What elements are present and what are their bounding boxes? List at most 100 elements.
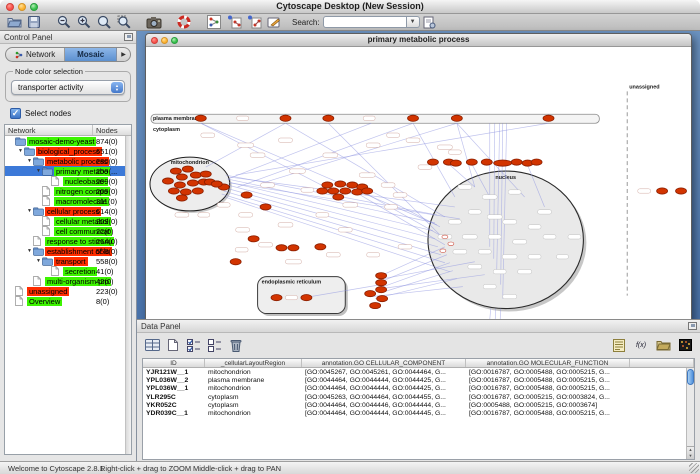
zoom-out-icon[interactable] <box>54 15 74 30</box>
graph-node[interactable] <box>481 159 492 165</box>
tree-expander-icon[interactable]: ▼ <box>35 258 42 264</box>
graph-node[interactable] <box>176 174 187 180</box>
tree-row-nucleobase[interactable]: nucleobase-209(0) <box>5 176 131 186</box>
tree-row-overview[interactable]: Overview8(0) <box>5 296 131 306</box>
tab-overflow-arrow[interactable]: ▶ <box>117 48 130 61</box>
graph-node[interactable] <box>322 182 333 188</box>
app-titlebar[interactable]: Cytoscape Desktop (New Session) <box>0 0 700 14</box>
graph-node[interactable] <box>376 273 387 279</box>
graph-node[interactable] <box>192 188 203 194</box>
float-panel-icon[interactable] <box>124 33 133 41</box>
search-settings-icon[interactable] <box>420 15 440 30</box>
graph-node[interactable] <box>317 188 328 194</box>
tab-mosaic[interactable]: Mosaic <box>65 48 117 61</box>
graph-node[interactable] <box>182 166 193 172</box>
graph-node[interactable] <box>170 168 181 174</box>
graph-node[interactable] <box>365 291 376 297</box>
graph-node[interactable] <box>340 188 351 194</box>
graph-node[interactable] <box>211 181 222 187</box>
search-dropdown-button[interactable]: ▼ <box>407 16 420 28</box>
table-row-ydr039c-1[interactable]: YDR039C__1mitochondrion[GO:0044464, GO:0… <box>143 409 694 417</box>
graph-node[interactable] <box>676 188 687 194</box>
graph-node[interactable] <box>494 160 512 166</box>
table-row-ypl036w-1[interactable]: YPL036W__1mitochondrion[GO:0044464, GO:0… <box>143 385 694 393</box>
graph-node[interactable] <box>377 296 388 302</box>
app-resize-grip[interactable] <box>689 463 699 473</box>
network-canvas[interactable]: plasma membranecytoplasmmitochondrionnuc… <box>146 47 691 332</box>
layout-a-icon[interactable] <box>224 15 244 30</box>
tree-expander-icon[interactable]: ▼ <box>35 168 42 174</box>
function-builder-icon[interactable]: f(x) <box>632 337 650 353</box>
network-overview-icon[interactable] <box>204 15 224 30</box>
graph-node[interactable] <box>276 245 287 251</box>
graph-node[interactable] <box>200 171 211 177</box>
edit-box-icon[interactable] <box>264 15 284 30</box>
tree-row-macromolecule[interactable]: macromolecule311(0) <box>5 196 131 206</box>
tree-row-establishment-of-lo[interactable]: ▼establishment of lo558(0) <box>5 246 131 256</box>
graph-node[interactable] <box>315 244 326 250</box>
network-view-window[interactable]: primary metabolic process plasma membran… <box>145 33 692 333</box>
graph-node[interactable] <box>190 172 201 178</box>
zoom-fit-icon[interactable] <box>94 15 114 30</box>
unselect-attributes-icon[interactable] <box>206 337 224 353</box>
graph-node[interactable] <box>176 195 187 201</box>
tree-row-cellular-process[interactable]: ▼cellular process614(0) <box>5 206 131 216</box>
graph-node[interactable] <box>657 188 668 194</box>
search-input[interactable] <box>323 16 407 28</box>
tree-row-response-to-stimulu[interactable]: response to stimulu264(0) <box>5 236 131 246</box>
graph-node[interactable] <box>230 259 241 265</box>
delete-attribute-icon[interactable] <box>227 337 245 353</box>
tree-row-primary-metabo[interactable]: ▼primary metabo209(... <box>5 166 131 176</box>
snapshot-icon[interactable] <box>144 15 164 30</box>
graph-node[interactable] <box>352 189 363 195</box>
graph-node[interactable] <box>328 188 339 194</box>
tree-row-biological-process[interactable]: ▼biological_process651(0) <box>5 146 131 156</box>
table-row-ypl036w-2[interactable]: YPL036W__2plasma membrane[GO:0044464, GO… <box>143 376 694 384</box>
graph-node[interactable] <box>451 115 462 121</box>
zoom-in-icon[interactable] <box>74 15 94 30</box>
tree-row-transport[interactable]: ▼transport558(0) <box>5 256 131 266</box>
open-file-icon[interactable] <box>4 15 24 30</box>
network-window-titlebar[interactable]: primary metabolic process <box>146 34 691 47</box>
graph-node[interactable] <box>288 245 299 251</box>
tree-expander-icon[interactable]: ▼ <box>26 158 33 164</box>
network-canvas-container[interactable]: plasma membranecytoplasmmitochondrionnuc… <box>146 47 691 332</box>
graph-node[interactable] <box>162 178 173 184</box>
graph-node-small[interactable] <box>442 235 448 239</box>
graph-node[interactable] <box>370 302 381 308</box>
column-header-cellularlayoutregion[interactable]: _cellularLayoutRegion <box>205 359 302 367</box>
graph-node-small[interactable] <box>440 249 446 253</box>
tree-row-metabolic-process[interactable]: ▼metabolic process280(0) <box>5 156 131 166</box>
tree-row-mosaic-demo-yeast[interactable]: mosaic-demo-yeast874(0) <box>5 136 131 146</box>
tree-row-nitrogen-compo[interactable]: nitrogen compo209(0) <box>5 186 131 196</box>
graph-node[interactable] <box>376 280 387 286</box>
column-header-id[interactable]: ID <box>143 359 205 367</box>
graph-node[interactable] <box>362 188 373 194</box>
graph-node[interactable] <box>333 194 344 200</box>
float-panel-icon[interactable] <box>688 322 697 330</box>
tree-scrollbar[interactable] <box>125 136 131 454</box>
layout-b-icon[interactable] <box>244 15 264 30</box>
tree-row-secretion[interactable]: secretion41(0) <box>5 266 131 276</box>
annotation-icon[interactable] <box>610 337 628 353</box>
select-nodes-checkbox[interactable]: ✓ <box>10 108 21 119</box>
tree-expander-icon[interactable]: ▼ <box>17 148 24 154</box>
graph-node[interactable] <box>376 287 387 293</box>
graph-node[interactable] <box>408 115 419 121</box>
zoom-selected-icon[interactable] <box>114 15 134 30</box>
column-header-annotation-go-cellular-component[interactable]: annotation.GO CELLULAR_COMPONENT <box>302 359 466 367</box>
graph-node[interactable] <box>543 115 554 121</box>
table-scrollbar[interactable]: ▲▼ <box>686 368 694 459</box>
graph-node-small[interactable] <box>448 242 454 246</box>
table-row-yjr121w-1[interactable]: YJR121W__1mitochondrion[GO:0045267, GO:0… <box>143 368 694 376</box>
import-attributes-icon[interactable] <box>654 337 672 353</box>
tree-row-cellular-metabol[interactable]: cellular metabol209(0) <box>5 216 131 226</box>
scrollbar-buttons[interactable]: ▲▼ <box>687 446 694 459</box>
graph-node[interactable] <box>180 189 191 195</box>
save-icon[interactable] <box>24 15 44 30</box>
graph-node[interactable] <box>241 192 252 198</box>
scrollbar-thumb[interactable] <box>687 369 694 385</box>
help-icon[interactable] <box>174 15 194 30</box>
graph-node[interactable] <box>335 181 346 187</box>
node-color-dropdown[interactable]: transporter activity ▲▼ <box>11 80 125 95</box>
